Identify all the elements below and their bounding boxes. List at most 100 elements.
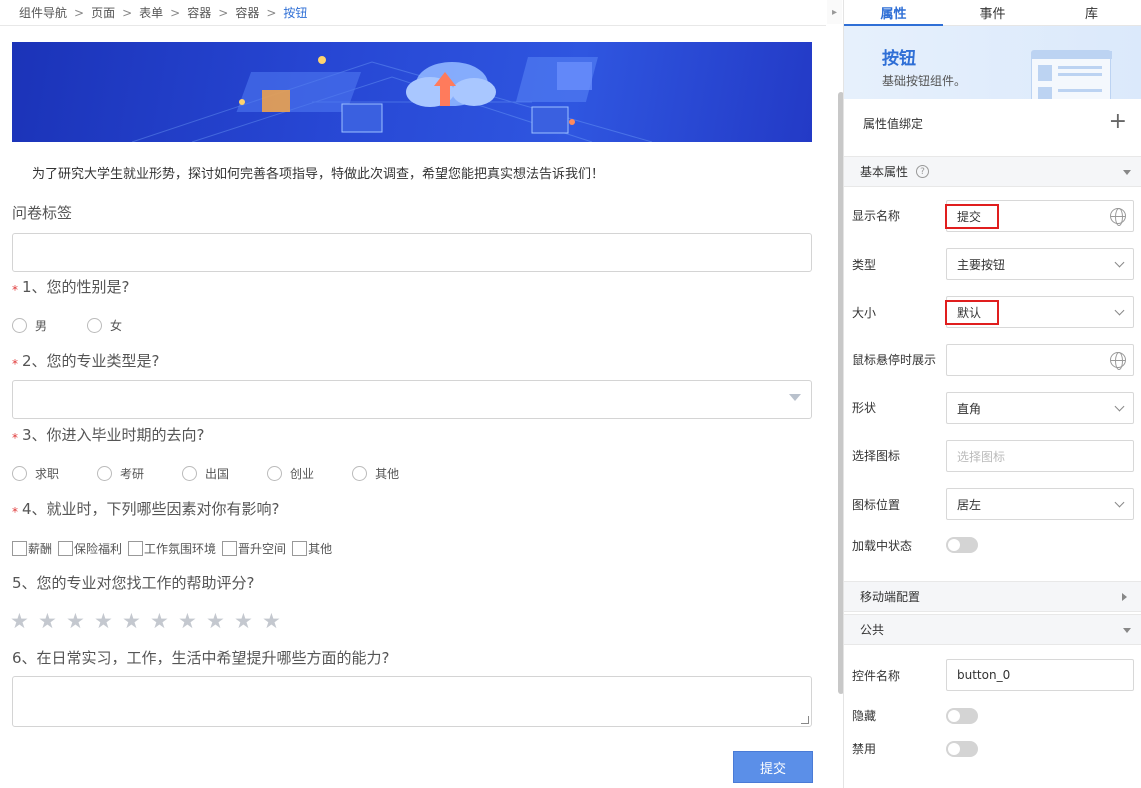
select-icon-label: 选择图标 [852, 449, 901, 463]
property-panel: 属性 事件 库 按钮 基础按钮组件。 属性值绑定 + 基本属性 ? 显示名称 提… [844, 0, 1141, 788]
survey-tag-label: 问卷标签 [12, 204, 73, 222]
radio-label: 创业 [290, 467, 315, 481]
breadcrumb-item[interactable]: 页面 [91, 4, 115, 21]
checkbox-salary[interactable] [12, 541, 27, 556]
checkbox-label: 保险福利 [74, 542, 123, 556]
caret-down-icon [1123, 628, 1131, 633]
chevron-right-icon: > [122, 5, 133, 20]
question-2-label: * 2、您的专业类型是? [12, 350, 160, 371]
public-header[interactable]: 公共 [844, 614, 1141, 645]
tab-properties[interactable]: 属性 [844, 0, 943, 26]
checkbox-environment[interactable] [128, 541, 144, 556]
radio-abroad[interactable] [182, 466, 198, 481]
star-icon[interactable]: ★ [262, 609, 290, 633]
checkbox-promotion[interactable] [222, 541, 238, 556]
question-6-label: 6、在日常实习，工作，生活中希望提升哪些方面的能力? [12, 649, 390, 667]
chevron-right-icon: > [266, 5, 277, 20]
radio-label: 出国 [205, 467, 230, 481]
radio-label: 考研 [120, 467, 145, 481]
breadcrumb-item[interactable]: 容器 [187, 4, 211, 21]
add-binding-icon[interactable]: + [1109, 110, 1127, 134]
help-icon[interactable]: ? [916, 165, 930, 178]
select-icon-input[interactable]: 选择图标 [946, 440, 1134, 472]
tab-library[interactable]: 库 [1042, 0, 1141, 25]
basic-properties-header[interactable]: 基本属性 ? [844, 156, 1141, 187]
type-select[interactable]: 主要按钮 [946, 248, 1134, 280]
checkbox-other[interactable] [292, 541, 308, 556]
star-icon[interactable]: ★ [234, 609, 262, 633]
control-name-label: 控件名称 [852, 669, 901, 683]
mobile-config-header[interactable]: 移动端配置 [844, 581, 1141, 612]
control-name-value: button_0 [957, 668, 1011, 682]
chevron-right-icon[interactable]: ▸ [827, 0, 842, 24]
section-title: 基本属性 [860, 165, 909, 179]
breadcrumb-item[interactable]: 容器 [235, 4, 259, 21]
loading-state-toggle[interactable] [946, 537, 978, 553]
star-icon[interactable]: ★ [10, 609, 38, 633]
disabled-toggle[interactable] [946, 741, 978, 757]
chevron-down-icon [1114, 401, 1125, 412]
tab-events[interactable]: 事件 [943, 0, 1042, 25]
radio-label: 女 [110, 319, 123, 333]
caret-right-icon [1122, 593, 1127, 601]
caret-down-icon [789, 394, 801, 401]
star-icon[interactable]: ★ [178, 609, 206, 633]
checkbox-insurance[interactable] [58, 541, 74, 556]
star-icon[interactable]: ★ [150, 609, 178, 633]
required-mark: * [12, 431, 18, 445]
chevron-down-icon [1114, 497, 1125, 508]
breadcrumb-item[interactable]: 表单 [139, 4, 163, 21]
form-canvas: 组件导航 > 页面 > 表单 > 容器 > 容器 > 按钮 为了研究大学生就业形… [0, 0, 826, 788]
type-label: 类型 [852, 258, 877, 272]
radio-label: 男 [35, 319, 48, 333]
loading-state-label: 加载中状态 [852, 539, 913, 553]
globe-icon[interactable] [1110, 208, 1126, 226]
radio-postgrad[interactable] [97, 466, 113, 481]
shape-select[interactable]: 直角 [946, 392, 1134, 424]
breadcrumb-item[interactable]: 组件导航 [19, 4, 67, 21]
icon-position-label: 图标位置 [852, 498, 901, 512]
hidden-label: 隐藏 [852, 709, 877, 723]
question-1-text: 1、您的性别是? [22, 278, 130, 296]
radio-startup[interactable] [267, 466, 283, 481]
resize-handle-icon[interactable] [801, 716, 809, 724]
icon-position-select[interactable]: 居左 [946, 488, 1134, 520]
checkbox-label: 薪酬 [28, 542, 53, 556]
required-mark: * [12, 283, 18, 297]
control-name-input[interactable]: button_0 [946, 659, 1134, 691]
checkbox-label: 工作氛围环境 [144, 542, 217, 556]
chevron-down-icon [1114, 305, 1125, 316]
radio-female[interactable] [87, 318, 103, 333]
globe-icon[interactable] [1110, 352, 1126, 370]
hover-display-label: 鼠标悬停时展示 [852, 353, 937, 367]
shape-value: 直角 [957, 401, 982, 416]
hover-display-input[interactable] [946, 344, 1134, 376]
hidden-toggle[interactable] [946, 708, 978, 724]
ability-textarea[interactable] [12, 676, 812, 727]
section-title: 公共 [860, 623, 885, 637]
star-icon[interactable]: ★ [66, 609, 94, 633]
component-title: 按钮 [882, 49, 916, 69]
star-icon[interactable]: ★ [38, 609, 66, 633]
submit-button[interactable]: 提交 [733, 751, 813, 783]
display-name-label: 显示名称 [852, 209, 901, 223]
radio-other[interactable] [352, 466, 368, 481]
property-binding-row: 属性值绑定 + [844, 100, 1141, 146]
highlight-box [945, 204, 999, 229]
star-icon[interactable]: ★ [206, 609, 234, 633]
star-icon[interactable]: ★ [94, 609, 122, 633]
question-3-options: 求职 考研 出国 创业 其他 [12, 465, 399, 482]
radio-job[interactable] [12, 466, 27, 481]
checkbox-label: 晋升空间 [238, 542, 287, 556]
survey-tag-input[interactable] [12, 233, 812, 272]
star-icon[interactable]: ★ [122, 609, 150, 633]
icon-position-value: 居左 [957, 497, 982, 512]
radio-male[interactable] [12, 318, 27, 333]
major-type-select[interactable] [12, 380, 812, 419]
chevron-right-icon: > [170, 5, 181, 20]
question-4-label: * 4、就业时，下列哪些因素对你有影响? [12, 498, 280, 519]
component-desc: 基础按钮组件。 [882, 74, 967, 88]
size-label: 大小 [852, 306, 877, 320]
component-card: 按钮 基础按钮组件。 [844, 26, 1141, 99]
section-title: 移动端配置 [860, 590, 921, 604]
